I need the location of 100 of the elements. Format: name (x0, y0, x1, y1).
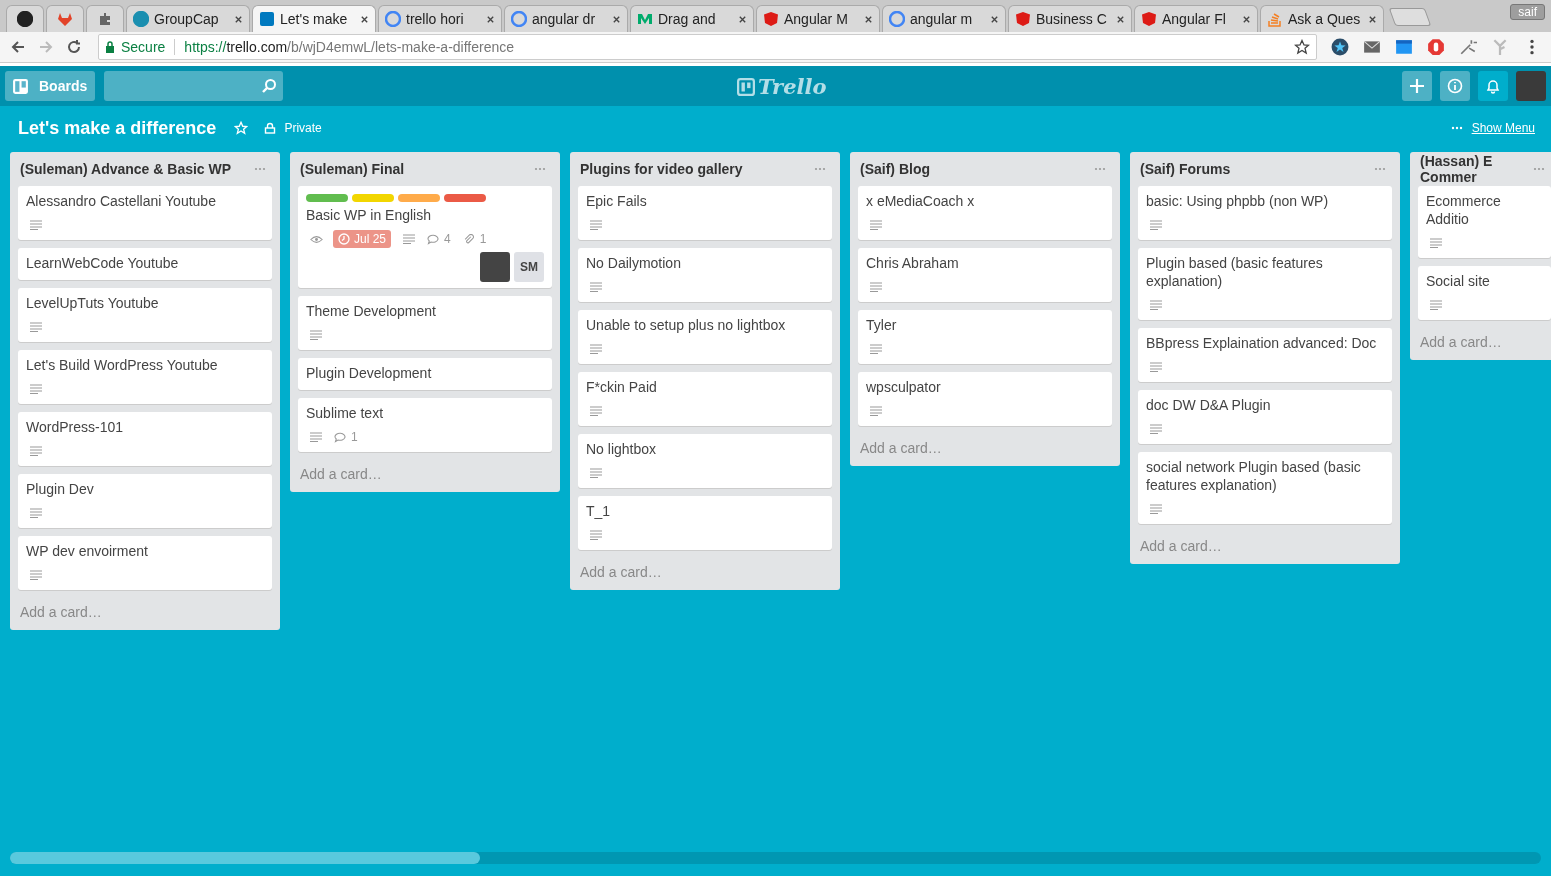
card-title: No lightbox (586, 440, 658, 459)
browser-tab[interactable]: Angular Fl (1134, 5, 1258, 32)
card-title: Sublime text (306, 404, 385, 423)
list-title[interactable]: Plugins for video gallery (580, 161, 743, 177)
card-title: Epic Fails (586, 192, 648, 211)
card[interactable]: LevelUpTuts Youtube (18, 288, 272, 342)
card[interactable]: Ecommerce Additio (1418, 186, 1551, 258)
card-title: Theme Development (306, 302, 437, 321)
card[interactable]: social network Plugin based (basic features explanation) (1138, 452, 1392, 524)
card[interactable]: Plugin based (basic features explanation) (1138, 248, 1392, 320)
card-title: Plugin Dev (26, 480, 95, 499)
card[interactable]: Let's Build WordPress Youtube (18, 350, 272, 404)
favicon-icon (259, 11, 275, 27)
comment-count: 1 (334, 430, 358, 444)
list-title[interactable]: (Saif) Forums (1140, 161, 1231, 177)
browser-tab[interactable]: angular m (882, 5, 1006, 32)
mail-icon[interactable] (1363, 38, 1381, 56)
browser-tab[interactable]: Ask a Ques (1260, 5, 1384, 32)
close-icon[interactable] (1368, 14, 1377, 24)
new-tab-button[interactable] (1388, 8, 1432, 26)
info-icon (1447, 78, 1463, 94)
browser-tab[interactable]: trello hori (378, 5, 502, 32)
card-title: Unable to setup plus no lightbox (586, 316, 787, 335)
comment-icon (427, 233, 440, 245)
favicon-icon (889, 11, 905, 27)
card-title: Alessandro Castellani Youtube (26, 192, 217, 211)
card[interactable]: T_1 (578, 496, 832, 550)
back-icon[interactable] (10, 39, 26, 55)
info-button[interactable] (1440, 71, 1470, 101)
browser-tab[interactable]: Angular M (756, 5, 880, 32)
card[interactable]: Plugin Development (298, 358, 552, 390)
card-title: WP dev envoirment (26, 542, 149, 561)
list-title[interactable]: (Suleman) Final (300, 161, 405, 177)
notifications-button[interactable] (1478, 71, 1508, 101)
card[interactable]: Sublime text 1 (298, 398, 552, 452)
star-icon[interactable] (234, 121, 249, 135)
card[interactable]: Basic WP in English Jul 25 4 1 SM (298, 186, 552, 288)
window-icon[interactable] (1395, 38, 1413, 56)
search-field[interactable] (104, 71, 284, 101)
browser-tab[interactable]: Let's make (252, 5, 376, 32)
close-icon[interactable] (1242, 14, 1251, 24)
card[interactable]: Theme Development (298, 296, 552, 350)
card-title: Tyler (866, 316, 898, 335)
card[interactable]: Chris Abraham (858, 248, 1112, 302)
card[interactable]: F*ckin Paid (578, 372, 832, 426)
card[interactable]: Epic Fails (578, 186, 832, 240)
list-title[interactable]: (Suleman) Advance & Basic WP (20, 161, 232, 177)
card[interactable]: LearnWebCode Youtube (18, 248, 272, 280)
card[interactable]: Social site (1418, 266, 1551, 320)
add-button[interactable] (1402, 71, 1432, 101)
card[interactable]: Unable to setup plus no lightbox (578, 310, 832, 364)
bookmark-star-icon[interactable] (1294, 39, 1310, 55)
card[interactable]: basic: Using phpbb (non WP) (1138, 186, 1392, 240)
close-icon[interactable] (234, 14, 243, 24)
card[interactable]: Plugin Dev (18, 474, 272, 528)
lock-icon (105, 41, 115, 53)
horizontal-scrollbar[interactable] (10, 852, 1541, 864)
close-icon[interactable] (864, 14, 873, 24)
card-title: Basic WP in English (306, 206, 432, 225)
more-icon[interactable] (1450, 126, 1463, 130)
card[interactable]: doc DW D&A Plugin (1138, 390, 1392, 444)
card[interactable]: No lightbox (578, 434, 832, 488)
close-icon[interactable] (738, 14, 747, 24)
plus-icon (1409, 78, 1425, 94)
favicon-icon (57, 11, 73, 27)
paperclip-icon (462, 233, 475, 245)
favicon-icon (385, 11, 401, 27)
card-title: LevelUpTuts Youtube (26, 294, 160, 313)
reload-icon[interactable] (66, 39, 82, 55)
favicon-icon (97, 11, 113, 27)
address-field[interactable]: Secure https://trello.com/b/wjD4emwL/lets-make-a-difference (98, 34, 1317, 60)
favicon-icon (133, 11, 149, 27)
close-icon[interactable] (360, 14, 369, 24)
browser-tab[interactable]: GroupCap (126, 5, 250, 32)
card[interactable]: WP dev envoirment (18, 536, 272, 590)
card[interactable]: wpsculpator (858, 372, 1112, 426)
star-badge-icon[interactable] (1331, 38, 1349, 56)
favicon-icon (763, 11, 779, 27)
card[interactable]: Tyler (858, 310, 1112, 364)
member-initials[interactable]: SM (514, 252, 544, 282)
card[interactable]: No Dailymotion (578, 248, 832, 302)
close-icon[interactable] (990, 14, 999, 24)
wand-icon[interactable] (1459, 38, 1477, 56)
card[interactable]: x eMediaCoach x (858, 186, 1112, 240)
hand-stop-icon[interactable] (1427, 38, 1445, 56)
browser-tab[interactable]: angular dr (504, 5, 628, 32)
card[interactable]: Alessandro Castellani Youtube (18, 186, 272, 240)
close-icon[interactable] (1116, 14, 1125, 24)
close-icon[interactable] (612, 14, 621, 24)
browser-tab[interactable]: Drag and (630, 5, 754, 32)
card[interactable]: BBpress Explaination advanced: Doc (1138, 328, 1392, 382)
card-title: Plugin based (basic features explanation) (1146, 254, 1324, 291)
list-title[interactable]: (Saif) Blog (860, 161, 930, 177)
browser-tab[interactable] (6, 5, 44, 32)
close-icon[interactable] (486, 14, 495, 24)
card-title: Let's Build WordPress Youtube (26, 356, 219, 375)
card-title: social network Plugin based (basic features explanation) (1146, 458, 1362, 495)
list-title[interactable]: (Hassan) E Commer (1420, 153, 1533, 185)
card[interactable]: WordPress-101 (18, 412, 272, 466)
browser-tab[interactable]: Business C (1008, 5, 1132, 32)
